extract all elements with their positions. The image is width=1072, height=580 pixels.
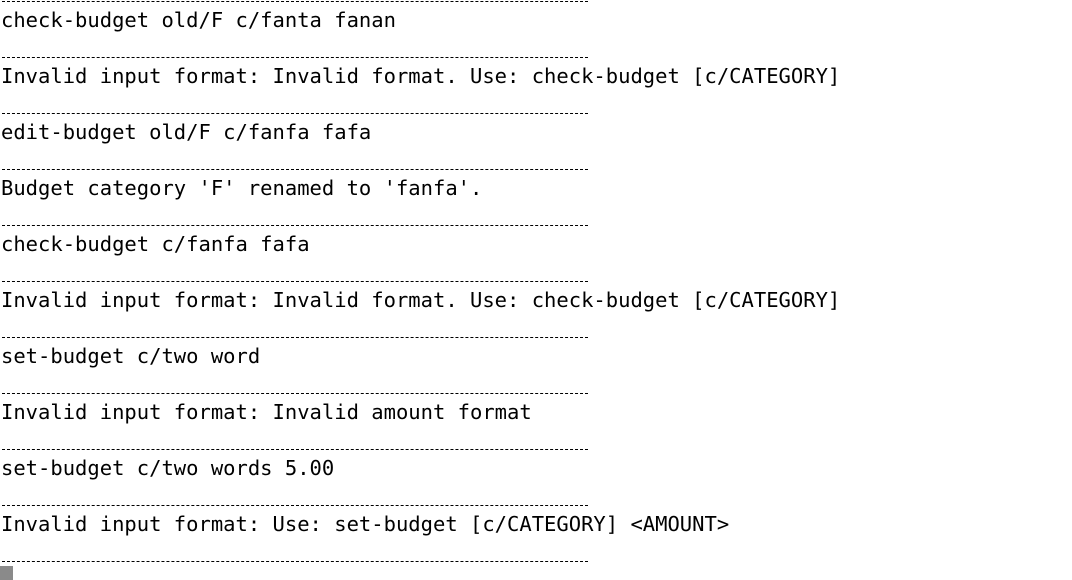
terminal-output-line: Invalid input format: Invalid amount for… <box>1 400 532 424</box>
separator-line <box>2 113 588 114</box>
terminal-command-line: check-budget old/F c/fanta fanan <box>1 8 396 32</box>
terminal-command-line: set-budget c/two word <box>1 344 261 368</box>
terminal-command-line: check-budget c/fanfa fafa <box>1 232 310 256</box>
separator-line <box>2 561 588 562</box>
terminal-output-line: Invalid input format: Use: set-budget [c… <box>1 512 730 536</box>
terminal-window[interactable]: check-budget old/F c/fanta fanan Invalid… <box>0 0 1072 580</box>
separator-line <box>2 169 588 170</box>
separator-line <box>2 393 588 394</box>
terminal-command-line: set-budget c/two words 5.00 <box>1 456 335 480</box>
separator-line <box>2 337 588 338</box>
terminal-output-line: Budget category 'F' renamed to 'fanfa'. <box>1 176 483 200</box>
separator-line <box>2 225 588 226</box>
terminal-output-line: Invalid input format: Invalid format. Us… <box>1 64 841 88</box>
terminal-output-line: Invalid input format: Invalid format. Us… <box>1 288 841 312</box>
separator-line <box>2 57 588 58</box>
separator-line <box>2 1 588 2</box>
terminal-cursor <box>0 566 13 580</box>
terminal-command-line: edit-budget old/F c/fanfa fafa <box>1 120 372 144</box>
separator-line <box>2 281 588 282</box>
separator-line <box>2 449 588 450</box>
separator-line <box>2 505 588 506</box>
